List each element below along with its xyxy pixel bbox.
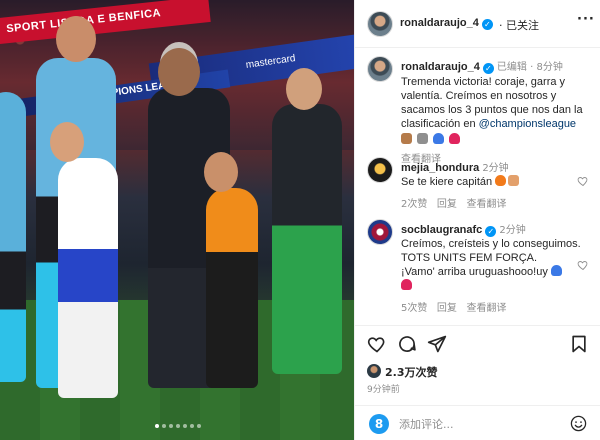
save-bookmark-icon[interactable] [569, 334, 589, 354]
mention-link[interactable]: @championsleague [479, 118, 576, 130]
comment-translate[interactable]: 查看翻译 [466, 199, 506, 210]
action-bar: 2.3万次赞 9分钟前 [355, 325, 600, 405]
edited-label: 已编辑 [496, 62, 527, 73]
mascot-kid-figure [58, 158, 118, 398]
comment-meta-row: 2次赞 回复 查看翻译 [401, 195, 591, 210]
carousel-dots [155, 424, 201, 428]
like-heart-icon[interactable] [367, 334, 387, 354]
likes-count[interactable]: 2.3万次赞 [385, 364, 438, 380]
comment-reply[interactable]: 回复 [437, 303, 457, 314]
goalkeeper-figure [272, 104, 342, 374]
comment-body: mejia_hondura 2分钟 Se te kiere capitán 2次… [401, 159, 591, 210]
liker-avatar [367, 364, 381, 378]
caption-time: 8分钟 [536, 62, 563, 73]
fire-icon [495, 175, 507, 186]
blue-heart-icon [550, 265, 562, 276]
instagram-post-modal: SPORT LISBOA E BENFICA mastercard PIONS … [0, 0, 600, 440]
like-comment-heart-icon[interactable] [577, 175, 589, 187]
comments-list[interactable]: ronaldaraujo_4 ✓ 已编辑 · 8分钟 Tremenda victo… [355, 49, 600, 325]
mascot-kid-orange-head [204, 152, 238, 192]
caption-emojis [401, 133, 591, 147]
comment-time: 2分钟 [482, 163, 509, 174]
comment-body: socblaugranafc ✓ 2分钟 Creímos, creísteis y… [401, 221, 591, 314]
caption-username[interactable]: ronaldaraujo_4 [401, 61, 480, 73]
comment-text: Se te kiere capitán [401, 176, 493, 188]
comment-translate[interactable]: 查看翻译 [466, 303, 506, 314]
author-username[interactable]: ronaldaraujo_4 ✓ [400, 17, 493, 30]
comment-bubble-icon[interactable] [397, 334, 417, 354]
verified-badge-icon: ✓ [481, 19, 493, 30]
flexed-biceps-icon [401, 133, 412, 144]
lion-icon [417, 133, 429, 144]
comment-text-line: TOTS UNITS FEM FORÇA. [401, 252, 538, 264]
referee-head [56, 16, 96, 62]
comment-avatar[interactable] [367, 219, 393, 245]
comment-input[interactable] [399, 415, 549, 433]
comment-item: socblaugranafc ✓ 2分钟 Creímos, creísteis y… [367, 219, 593, 323]
comment-likes[interactable]: 5次赞 [401, 303, 427, 314]
red-heart-icon [401, 279, 412, 290]
verified-badge-icon: ✓ [482, 63, 494, 74]
app-badge-icon: 8 [369, 414, 389, 434]
goalkeeper-head [286, 68, 322, 110]
flexed-biceps-icon [508, 175, 520, 186]
verified-badge-icon: ✓ [485, 226, 497, 237]
comment-likes[interactable]: 2次赞 [401, 199, 427, 210]
comment-username[interactable]: socblaugranafc [401, 224, 482, 236]
author-avatar[interactable] [367, 11, 393, 37]
comment-meta-row: 5次赞 回复 查看翻译 [401, 299, 591, 314]
comment-avatar[interactable] [367, 157, 393, 183]
mascot-kid-head [50, 122, 84, 162]
emoji-picker-icon[interactable] [570, 415, 587, 432]
red-heart-icon [449, 133, 461, 144]
post-photo[interactable]: SPORT LISBOA E BENFICA mastercard PIONS … [0, 0, 354, 440]
caption-avatar[interactable] [367, 56, 393, 82]
post-age: 9分钟前 [367, 385, 400, 395]
caption-body: ronaldaraujo_4 ✓ 已编辑 · 8分钟 Tremenda victo… [401, 58, 591, 165]
like-comment-heart-icon[interactable] [577, 259, 589, 271]
comment-text-line: ¡Vamo' arriba uruguashooo!uy [401, 266, 548, 278]
mascot-kid-orange-figure [206, 188, 258, 388]
comment-item: mejia_hondura 2分钟 Se te kiere capitán 2次… [367, 157, 593, 210]
follow-status[interactable]: · 已关注 [499, 17, 539, 33]
edge-player-figure [0, 92, 26, 382]
comment-text-line: Creímos, creísteis y lo conseguimos. [401, 238, 581, 250]
share-plane-icon[interactable] [427, 334, 447, 354]
more-options-icon[interactable]: ··· [577, 12, 595, 27]
comment-reply[interactable]: 回复 [437, 199, 457, 210]
caption-block: ronaldaraujo_4 ✓ 已编辑 · 8分钟 Tremenda victo… [367, 56, 593, 165]
blue-heart-icon [433, 133, 445, 144]
comment-time: 2分钟 [499, 225, 526, 236]
araujo-head [158, 48, 200, 96]
post-sidebar: ronaldaraujo_4 ✓ · 已关注 ··· ronaldaraujo_4… [354, 0, 600, 440]
post-header: ronaldaraujo_4 ✓ · 已关注 ··· [355, 0, 600, 48]
comment-username[interactable]: mejia_hondura [401, 162, 479, 174]
comment-composer: 8 [355, 405, 600, 440]
